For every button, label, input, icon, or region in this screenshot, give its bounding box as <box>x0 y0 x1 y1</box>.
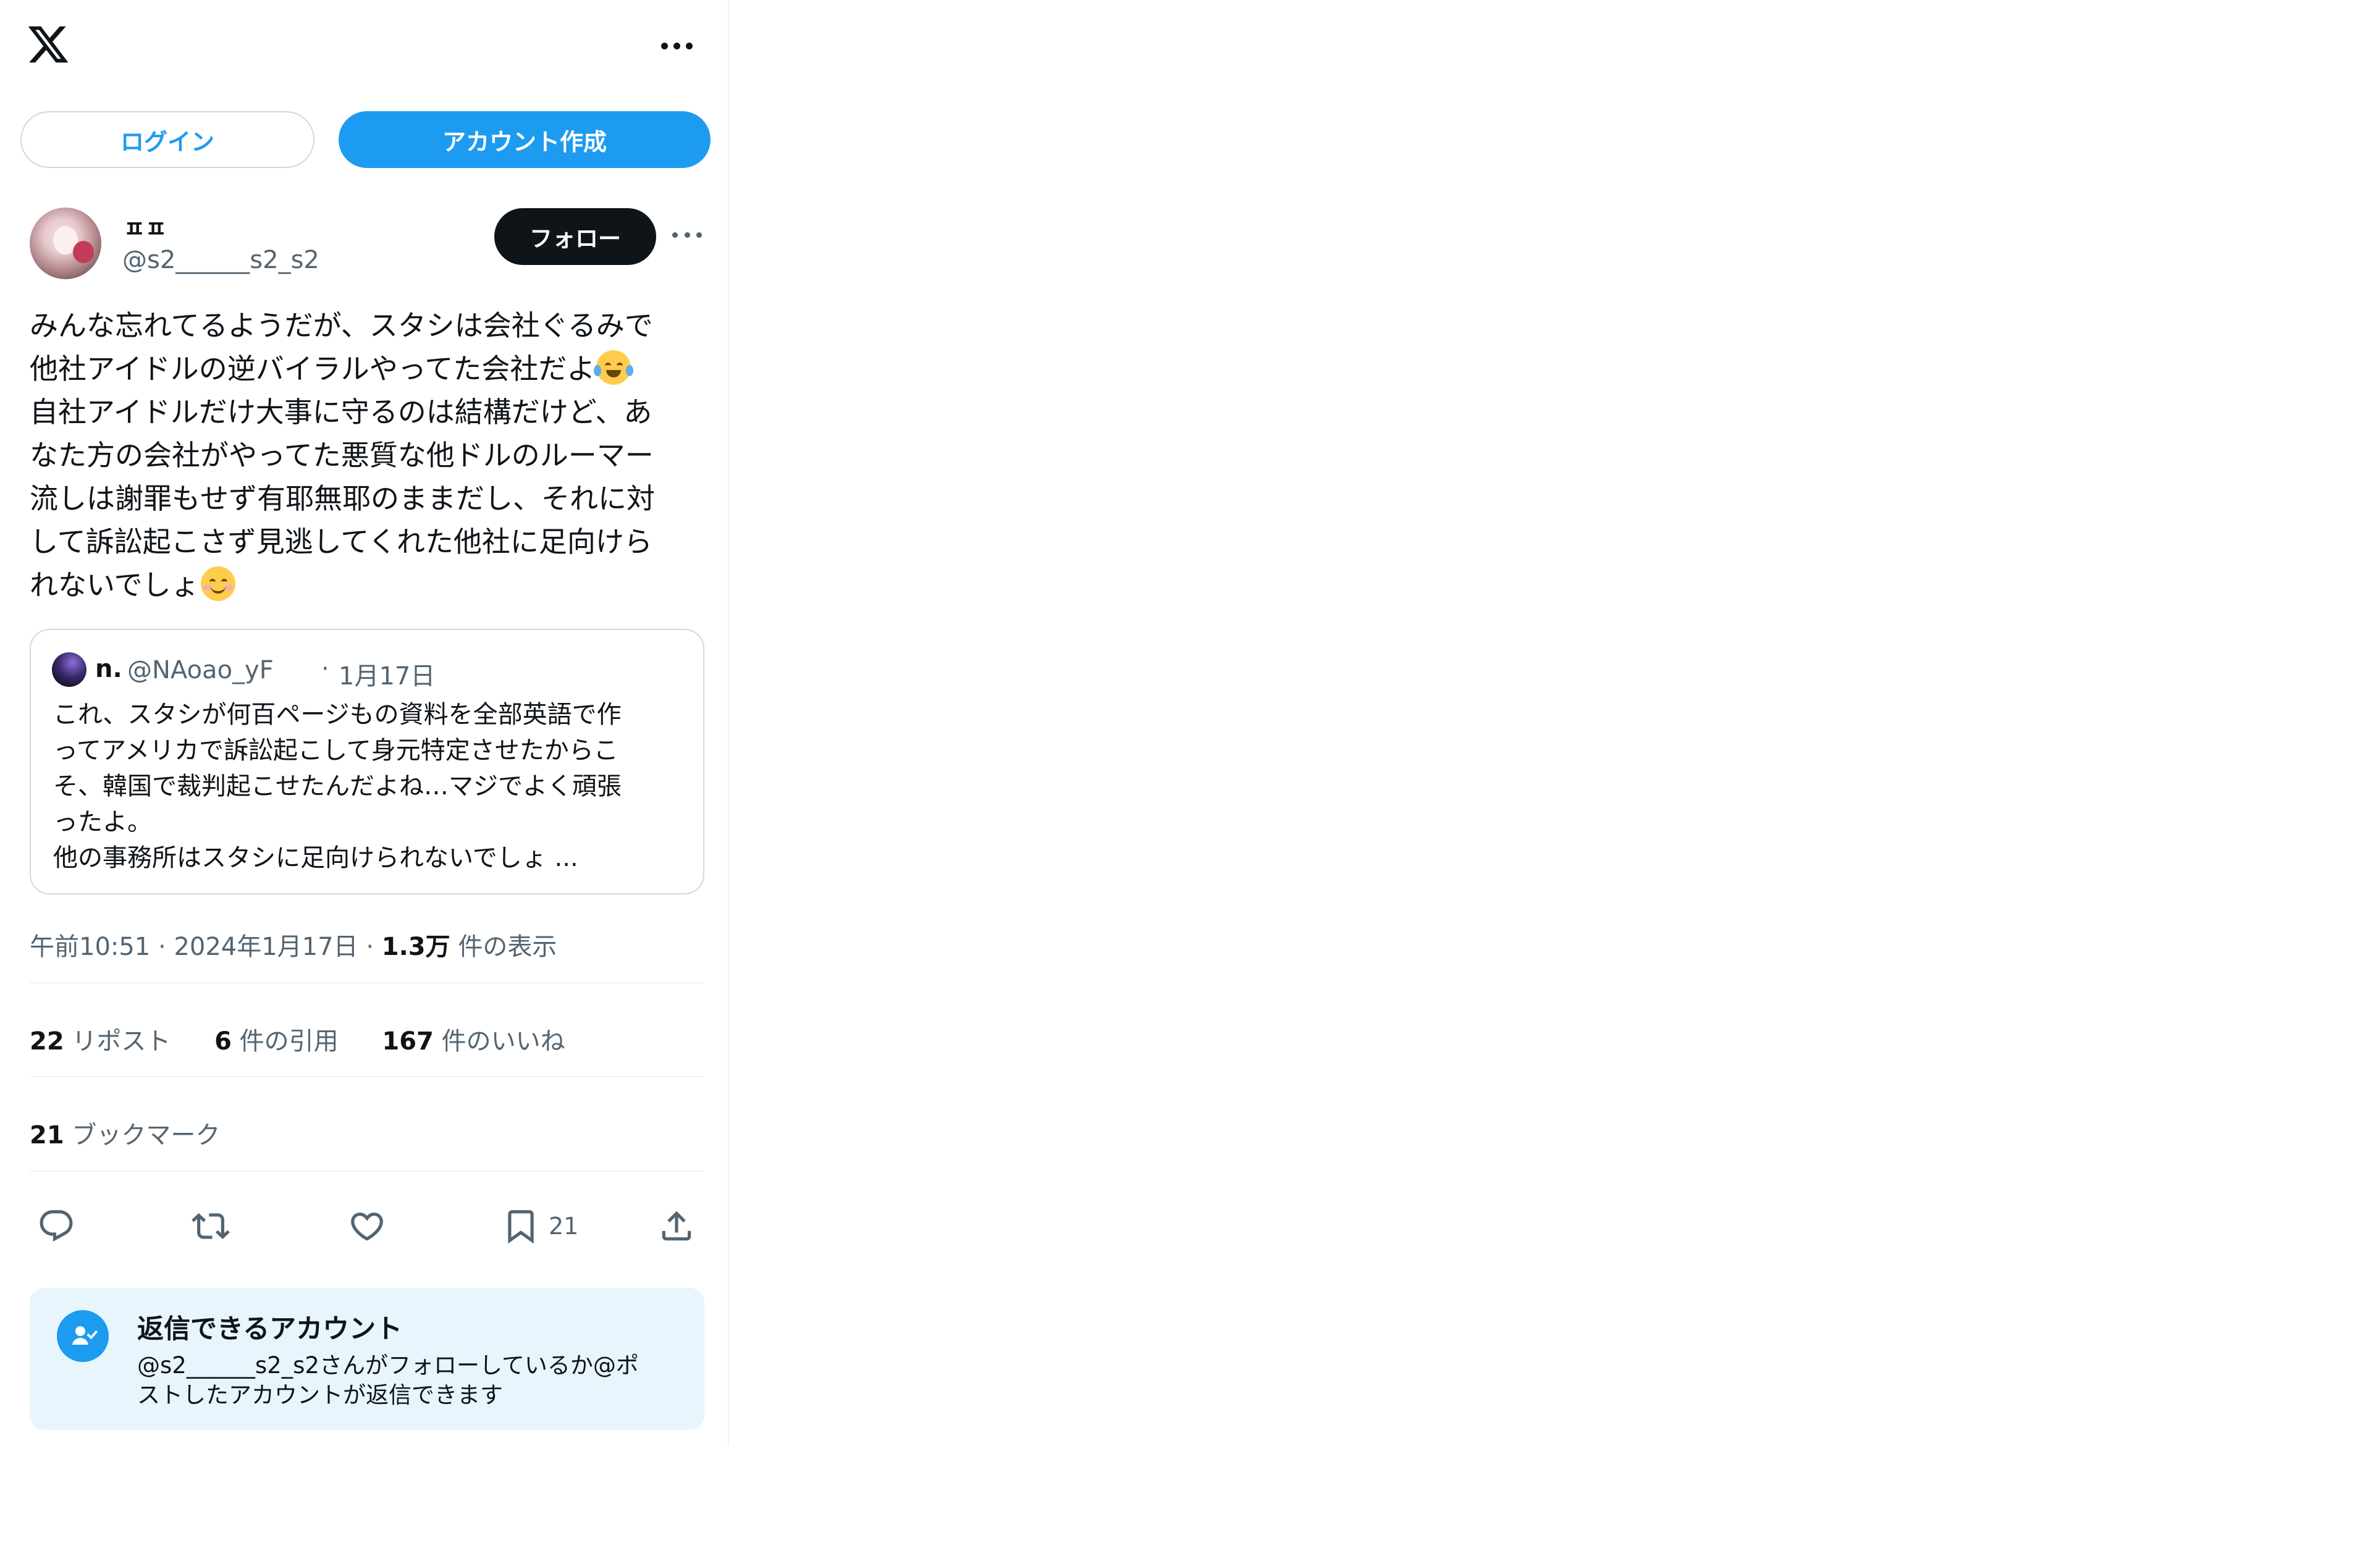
post-text-line: 流しは謝罪もせず有耶無耶のままだし、それに対 <box>30 482 655 515</box>
post-text-line: 自社アイドルだけ大事に守るのは結構だけど、あ <box>30 395 652 429</box>
bookmark-icon <box>508 1210 534 1244</box>
post-date[interactable]: 2024年1月17日 <box>174 933 358 961</box>
quote-text: これ、スタシが何百ページもの資料を全部英語で作 ってアメリカで訴訟起こして身元特… <box>53 697 690 876</box>
quote-separator: · <box>321 655 329 683</box>
quotes-stat[interactable]: 6 件の引用 <box>214 1027 339 1056</box>
author-handle[interactable]: @s2______s2_s2 <box>122 246 319 274</box>
author-display-name[interactable]: ㅍㅍ <box>124 210 167 244</box>
quote-text-line: ったよ。 <box>53 808 152 836</box>
bookmark-button[interactable]: 21 <box>502 1205 578 1248</box>
views-label: 件の表示 <box>458 933 557 961</box>
reply-desc-line: ストしたアカウントが返信できます <box>137 1382 503 1408</box>
reply-desc-line: @s2______s2_s2さんがフォローしているか@ポ <box>137 1352 639 1379</box>
post-meta: 午前10:51 · 2024年1月17日 · 1.3万 件の表示 <box>30 927 557 962</box>
divider <box>30 1076 704 1077</box>
create-account-button[interactable]: アカウント作成 <box>339 111 711 168</box>
likes-stat[interactable]: 167 件のいいね <box>382 1027 565 1056</box>
quote-date: 1月17日 <box>339 662 436 691</box>
repost-icon <box>192 1213 230 1239</box>
quote-text-line: そ、韓国で裁判起こせたんだよね…マジでよく頑張 <box>53 772 622 801</box>
repost-button[interactable] <box>192 1205 230 1248</box>
engagement-stats: 22 リポスト 6 件の引用 167 件のいいね <box>30 1021 601 1057</box>
post-more-icon[interactable] <box>672 222 702 247</box>
reply-permission-description: @s2______s2_s2さんがフォローしているか@ポ ストしたアカウントが返… <box>137 1351 681 1410</box>
views-count: 1.3万 <box>381 933 450 961</box>
quoted-post[interactable]: n. @NAoao_yF · 1月17日 これ、スタシが何百ページもの資料を全部… <box>30 629 704 894</box>
reply-permission-title: 返信できるアカウント <box>137 1314 403 1345</box>
bookmarks-stat: 21 ブックマーク <box>30 1121 221 1150</box>
post-text-line: れないでしょ <box>30 563 709 607</box>
share-icon <box>662 1211 691 1241</box>
reply-icon <box>40 1210 73 1242</box>
quote-author-name: n. <box>95 655 122 683</box>
bookmark-count: 21 <box>549 1213 579 1240</box>
post-text-line: 他社アイドルの逆バイラルやってた会社だよ <box>30 347 709 390</box>
post-column: ログイン アカウント作成 ㅍㅍ @s2______s2_s2 フォロー みんな忘… <box>0 0 729 1445</box>
face-with-tears-of-joy-icon <box>594 350 634 385</box>
reply-permission-box: 返信できるアカウント @s2______s2_s2さんがフォローしているか@ポ … <box>30 1288 704 1430</box>
login-button[interactable]: ログイン <box>20 111 314 168</box>
share-button[interactable] <box>657 1205 696 1248</box>
meta-separator: · <box>366 933 374 961</box>
reposts-stat[interactable]: 22 リポスト <box>30 1027 171 1056</box>
smiling-face-icon <box>200 566 235 601</box>
user-check-icon <box>57 1310 109 1362</box>
post-text-line: して訴訟起こさず見逃してくれた他社に足向けら <box>30 525 652 558</box>
avatar[interactable] <box>30 208 101 279</box>
quote-avatar <box>52 652 87 687</box>
x-logo-icon[interactable] <box>26 22 70 67</box>
meta-separator: · <box>158 933 166 961</box>
quote-text-line: ってアメリカで訴訟起こして身元特定させたからこ <box>53 736 618 765</box>
post-text-line: みんな忘れてるようだが、スタシは会社ぐるみで <box>30 309 653 342</box>
divider <box>30 982 704 983</box>
divider <box>30 1171 704 1172</box>
reply-button[interactable] <box>37 1205 75 1248</box>
more-horizontal-icon[interactable] <box>655 28 698 63</box>
quote-text-line: 他の事務所はスタシに足向けられないでしょ ... <box>53 844 578 872</box>
follow-button[interactable]: フォロー <box>494 208 656 265</box>
like-button[interactable] <box>348 1205 386 1248</box>
quote-author-handle: @NAoao_yF <box>127 656 274 684</box>
post-text: みんな忘れてるようだが、スタシは会社ぐるみで 他社アイドルの逆バイラルやってた会… <box>30 304 709 607</box>
post-text-line: なた方の会社がやってた悪質な他ドルのルーマー <box>30 439 654 472</box>
like-icon <box>351 1213 383 1241</box>
quote-text-line: これ、スタシが何百ページもの資料を全部英語で作 <box>53 700 622 729</box>
post-time[interactable]: 午前10:51 <box>30 933 150 961</box>
